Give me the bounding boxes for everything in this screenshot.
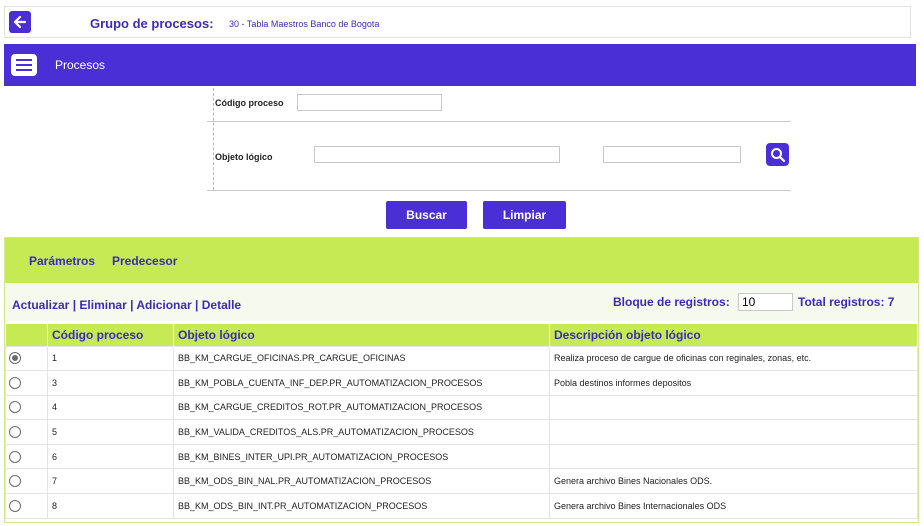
add-link[interactable]: Adicionar (136, 298, 191, 312)
objeto-cell: BB_KM_ODS_BIN_NAL.PR_AUTOMATIZACION_PROC… (173, 468, 550, 495)
row-select-cell (5, 468, 48, 495)
table-row[interactable]: 5 BB_KM_VALIDA_CREDITOS_ALS.PR_AUTOMATIZA… (5, 419, 918, 445)
column-header-codigo[interactable]: Código proceso (47, 324, 174, 346)
objeto-input[interactable] (314, 146, 560, 163)
column-header-select (5, 324, 48, 346)
group-label: Grupo de procesos: (90, 16, 214, 31)
row-select-cell (5, 493, 48, 519)
detail-link[interactable]: Detalle (202, 298, 241, 312)
objeto-cell: BB_KM_CARGUE_CREDITOS_ROT.PR_AUTOMATIZAC… (173, 394, 550, 421)
descripcion-cell (549, 443, 918, 470)
descripcion-cell (549, 394, 918, 421)
section-header: Procesos (4, 44, 916, 86)
process-group-header: Grupo de procesos: 30 - Tabla Maestros B… (4, 6, 911, 38)
row-select-cell (5, 370, 48, 396)
action-links: Actualizar | Eliminar | Adicionar | Deta… (12, 298, 241, 312)
list-icon (11, 54, 37, 76)
row-select-cell (5, 443, 48, 470)
table-row[interactable]: 8 BB_KM_ODS_BIN_INT.PR_AUTOMATIZACION_PRO… (5, 493, 918, 519)
total-records: Total registros: 7 (798, 295, 895, 309)
objeto-cell: BB_KM_VALIDA_CREDITOS_ALS.PR_AUTOMATIZAC… (173, 419, 550, 445)
row-select-cell (5, 345, 48, 372)
objeto-cell: BB_KM_ODS_BIN_INT.PR_AUTOMATIZACION_PROC… (173, 493, 550, 519)
descripcion-cell: Realiza proceso de cargue de oficinas co… (549, 345, 918, 372)
descripcion-cell (549, 419, 918, 445)
form-divider (207, 190, 791, 191)
descripcion-cell: Pobla destinos informes depositos (549, 370, 918, 396)
objeto-label: Objeto lógico (215, 152, 273, 162)
results-panel: Parámetros Predecesor Actualizar | Elimi… (4, 237, 919, 523)
process-table: Código proceso Objeto lógico Descripción… (5, 324, 918, 519)
block-size-label: Bloque de registros: (613, 295, 730, 309)
row-radio[interactable] (9, 450, 21, 463)
tab-bar: Parámetros Predecesor (5, 238, 918, 283)
tab-parametros[interactable]: Parámetros (29, 254, 95, 268)
row-radio[interactable] (9, 499, 21, 512)
separator: | (195, 298, 199, 312)
objeto-cell: BB_KM_POBLA_CUENTA_INF_DEP.PR_AUTOMATIZA… (173, 370, 550, 396)
table-row[interactable]: 3 BB_KM_POBLA_CUENTA_INF_DEP.PR_AUTOMATIZ… (5, 370, 918, 396)
table-header-row: Código proceso Objeto lógico Descripción… (5, 324, 918, 346)
descripcion-cell: Genera archivo Bines Nacionales ODS. (549, 468, 918, 495)
row-radio[interactable] (9, 426, 21, 439)
delete-link[interactable]: Eliminar (79, 298, 126, 312)
codigo-cell: 3 (47, 370, 174, 396)
back-button[interactable] (9, 11, 31, 33)
column-header-objeto[interactable]: Objeto lógico (173, 324, 550, 346)
row-radio[interactable] (9, 475, 21, 488)
codigo-input[interactable] (297, 94, 442, 111)
codigo-cell: 7 (47, 468, 174, 495)
tab-predecesor[interactable]: Predecesor (112, 254, 177, 268)
actions-bar: Actualizar | Eliminar | Adicionar | Deta… (5, 283, 918, 321)
codigo-cell: 4 (47, 394, 174, 421)
objeto-cell: BB_KM_CARGUE_OFICINAS.PR_CARGUE_OFICINAS (173, 345, 550, 372)
separator: | (130, 298, 134, 312)
form-divider (207, 121, 791, 122)
codigo-cell: 8 (47, 493, 174, 519)
table-row[interactable]: 1 BB_KM_CARGUE_OFICINAS.PR_CARGUE_OFICINA… (5, 345, 918, 372)
row-radio[interactable] (9, 352, 21, 365)
clear-button[interactable]: Limpiar (483, 201, 566, 229)
descripcion-cell: Genera archivo Bines Internacionales ODS (549, 493, 918, 519)
codigo-cell: 1 (47, 345, 174, 372)
search-button[interactable]: Buscar (386, 201, 467, 229)
lookup-button[interactable] (766, 143, 789, 166)
row-select-cell (5, 419, 48, 445)
objeto-description-input[interactable] (603, 146, 741, 163)
codigo-cell: 5 (47, 419, 174, 445)
row-radio[interactable] (9, 376, 21, 389)
row-select-cell (5, 394, 48, 421)
table-row[interactable]: 7 BB_KM_ODS_BIN_NAL.PR_AUTOMATIZACION_PRO… (5, 468, 918, 495)
table-row[interactable]: 6 BB_KM_BINES_INTER_UPI.PR_AUTOMATIZACION… (5, 443, 918, 470)
column-header-descripcion[interactable]: Descripción objeto lógico (549, 324, 918, 346)
section-title: Procesos (55, 58, 106, 72)
block-size-input[interactable] (738, 293, 793, 311)
table-row[interactable]: 4 BB_KM_CARGUE_CREDITOS_ROT.PR_AUTOMATIZA… (5, 394, 918, 421)
row-radio[interactable] (9, 401, 21, 414)
objeto-cell: BB_KM_BINES_INTER_UPI.PR_AUTOMATIZACION_… (173, 443, 550, 470)
codigo-cell: 6 (47, 443, 174, 470)
separator: | (72, 298, 77, 312)
update-link[interactable]: Actualizar (12, 298, 69, 312)
form-divider (213, 88, 214, 190)
codigo-label: Código proceso (215, 98, 284, 108)
group-value: 30 - Tabla Maestros Banco de Bogota (229, 19, 380, 29)
arrow-left-icon (13, 15, 27, 29)
search-icon (770, 147, 785, 162)
